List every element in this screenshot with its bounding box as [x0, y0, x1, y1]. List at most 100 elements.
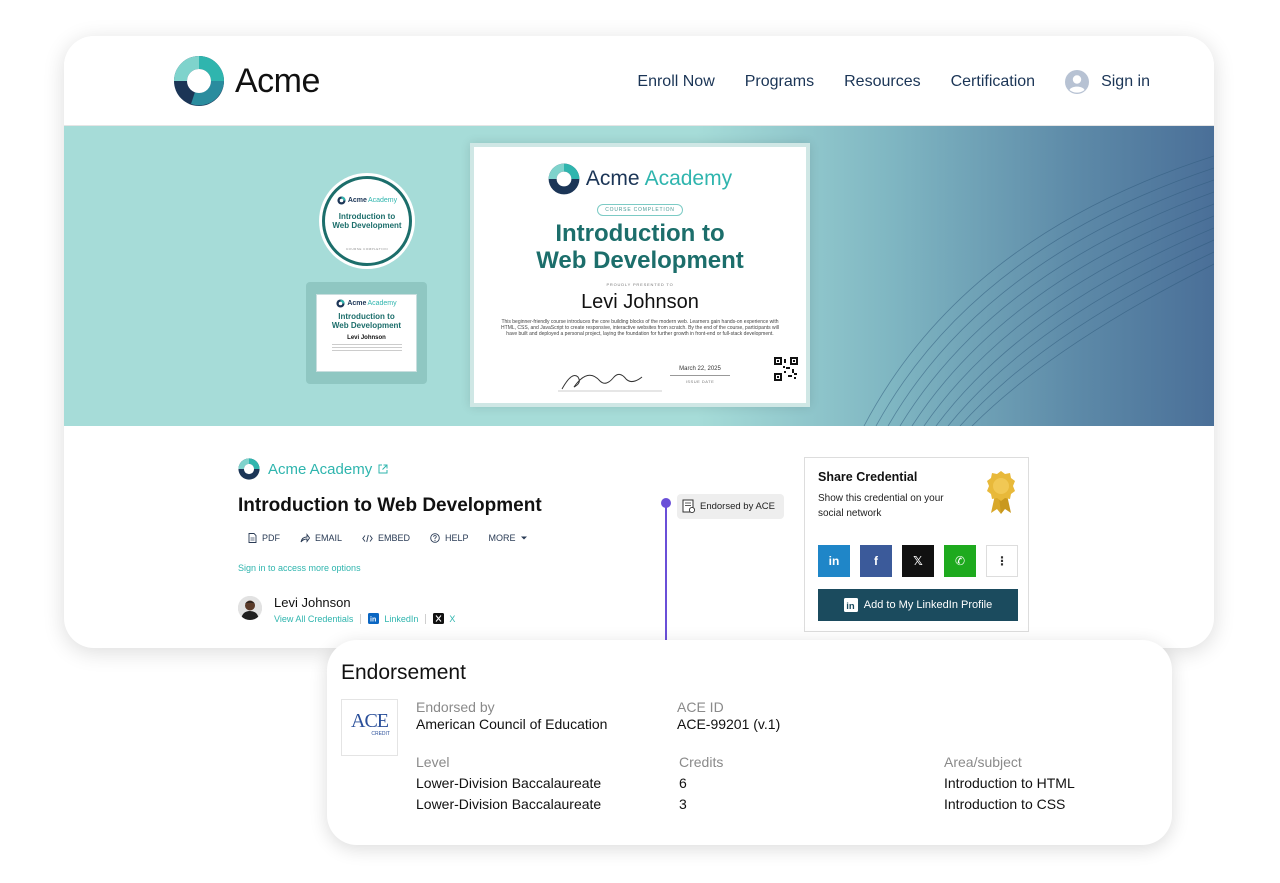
- pdf-button[interactable]: PDF: [248, 533, 280, 543]
- email-button[interactable]: EMAIL: [300, 533, 342, 543]
- linkedin-icon: in: [843, 598, 858, 612]
- nav-programs[interactable]: Programs: [745, 73, 814, 91]
- certificate-brand-second: Academy: [644, 167, 733, 190]
- badge-title: Introduction to Web Development: [325, 212, 409, 230]
- certificate-type-pill: COURSE COMPLETION: [597, 204, 683, 216]
- certificate-title: Introduction to Web Development: [474, 220, 806, 274]
- nav-resources[interactable]: Resources: [844, 73, 920, 91]
- thumbnail-brand: Acme Academy: [317, 299, 416, 308]
- share-more-button[interactable]: ⋮: [986, 545, 1018, 577]
- badge-subtitle: COURSE COMPLETION: [345, 247, 388, 251]
- more-label: MORE: [488, 533, 516, 543]
- level-column-header: Level: [416, 754, 450, 770]
- ace-credit-logo[interactable]: ACE CREDIT: [341, 699, 398, 756]
- link-divider: [360, 613, 362, 624]
- certificate-title-line1: Introduction to: [555, 220, 725, 247]
- more-vertical-icon: ⋮: [996, 554, 1008, 568]
- area-column-header: Area/subject: [944, 754, 1022, 770]
- help-label: HELP: [445, 533, 469, 543]
- badge-image[interactable]: Acme Academy Introduction to Web Develop…: [322, 176, 412, 266]
- share-whatsapp-button[interactable]: ✆: [944, 545, 976, 577]
- pdf-icon: [248, 533, 257, 543]
- linkedin-link[interactable]: LinkedIn: [384, 614, 418, 624]
- row-2-area: Introduction to CSS: [944, 796, 1066, 812]
- sign-in-label: Sign in: [1101, 73, 1150, 90]
- badge-title-line1: Introduction to: [338, 212, 396, 221]
- pdf-label: PDF: [262, 533, 280, 543]
- linkedin-icon: in: [368, 613, 380, 624]
- share-x-button[interactable]: 𝕏: [902, 545, 934, 577]
- share-arrow-icon: [300, 533, 310, 543]
- linkedin-icon: in: [828, 554, 840, 568]
- issuer-name: Acme Academy: [268, 460, 373, 478]
- logo-wordmark: Acme: [235, 61, 320, 100]
- row-1-credits: 6: [679, 775, 687, 791]
- endorsed-by-label: Endorsed by: [416, 699, 495, 715]
- connector-dot-top: [661, 498, 671, 508]
- sign-in-more-options-link[interactable]: Sign in to access more options: [238, 563, 361, 573]
- certificate-issue-date: March 22, 2025: [679, 366, 721, 372]
- help-button[interactable]: HELP: [430, 533, 469, 543]
- acme-logo[interactable]: Acme: [173, 55, 320, 107]
- recipient-avatar[interactable]: [238, 596, 262, 620]
- add-to-linkedin-button[interactable]: in Add to My LinkedIn Profile: [818, 589, 1018, 621]
- thumbnail-paper: Acme Academy Introduction to Web Develop…: [316, 294, 417, 372]
- hero-banner: Acme Academy Introduction to Web Develop…: [64, 126, 1214, 426]
- credential-actions: PDF EMAIL EMBED HELP MORE: [248, 533, 548, 543]
- endorsement-card: Endorsement ACE CREDIT Endorsed by Ameri…: [327, 640, 1172, 845]
- endorsed-tag-label: Endorsed by ACE: [700, 501, 775, 512]
- certificate-preview[interactable]: Acme Academy COURSE COMPLETION Introduct…: [470, 143, 810, 407]
- help-icon: [430, 533, 440, 543]
- share-subtitle: Show this credential on your social netw…: [818, 493, 944, 519]
- ace-id-label: ACE ID: [677, 699, 724, 715]
- avatar-image: [238, 596, 262, 620]
- share-facebook-button[interactable]: f: [860, 545, 892, 577]
- recipient-profile: Levi Johnson View All Credentials in Lin…: [238, 595, 455, 624]
- email-label: EMAIL: [315, 533, 343, 543]
- embed-button[interactable]: EMBED: [362, 533, 410, 543]
- ace-id-value: ACE-99201 (v.1): [677, 716, 781, 732]
- x-link[interactable]: X: [449, 614, 455, 624]
- certificate-doc-icon: [682, 499, 696, 514]
- view-all-credentials-link[interactable]: View All Credentials: [274, 614, 353, 624]
- thumbnail-brand-first: Acme: [347, 300, 367, 307]
- row-2-credits: 3: [679, 796, 687, 812]
- thumbnail-recipient: Levi Johnson: [347, 335, 386, 341]
- x-icon: 𝕏: [913, 554, 923, 568]
- more-dropdown[interactable]: MORE: [489, 533, 528, 543]
- certificate-title-line2: Web Development: [536, 247, 744, 274]
- badge-title-line2: Web Development: [332, 221, 402, 230]
- share-title: Share Credential: [818, 470, 918, 484]
- nav-enroll-now[interactable]: Enroll Now: [637, 73, 714, 91]
- thumbnail-title-line1: Introduction to: [338, 312, 395, 321]
- endorsement-title: Endorsement: [341, 661, 466, 684]
- credits-column-header: Credits: [679, 754, 724, 770]
- x-icon: [433, 613, 445, 624]
- recipient-info: Levi Johnson View All Credentials in Lin…: [274, 595, 455, 624]
- certificate-issue-date-label: ISSUE DATE: [685, 379, 715, 384]
- nav-links: Enroll Now Programs Resources Certificat…: [607, 70, 1150, 94]
- thumbnail-title-line2: Web Development: [331, 321, 402, 330]
- recipient-links: View All Credentials in LinkedIn X: [274, 613, 455, 624]
- badge-brand-second: Academy: [367, 197, 398, 204]
- acme-logo-icon: [238, 458, 260, 480]
- svg-text:in: in: [370, 617, 376, 624]
- share-credential-panel: Share Credential Show this credential on…: [804, 457, 1029, 632]
- nav-certification[interactable]: Certification: [951, 73, 1035, 91]
- sign-in-button[interactable]: Sign in: [1065, 70, 1150, 94]
- user-avatar-icon: [1065, 70, 1090, 94]
- row-2-level: Lower-Division Baccalaureate: [416, 796, 602, 812]
- certificate-recipient-name: Levi Johnson: [581, 291, 699, 313]
- issuer-link[interactable]: Acme Academy: [238, 458, 388, 480]
- badge-brand-first: Acme: [347, 197, 367, 204]
- acme-logo-icon: [174, 56, 224, 106]
- badge-brand: Acme Academy: [325, 196, 409, 205]
- thumbnail-text-lines: [331, 344, 402, 351]
- add-to-linkedin-label: Add to My LinkedIn Profile: [863, 599, 993, 611]
- recipient-name: Levi Johnson: [274, 595, 351, 610]
- embed-label: EMBED: [378, 533, 411, 543]
- endorsed-by-ace-tag[interactable]: Endorsed by ACE: [677, 494, 784, 519]
- certificate-thumbnail[interactable]: Acme Academy Introduction to Web Develop…: [306, 282, 427, 384]
- share-linkedin-button[interactable]: in: [818, 545, 850, 577]
- certificate-footer: March 22, 2025 ISSUE DATE: [474, 357, 806, 395]
